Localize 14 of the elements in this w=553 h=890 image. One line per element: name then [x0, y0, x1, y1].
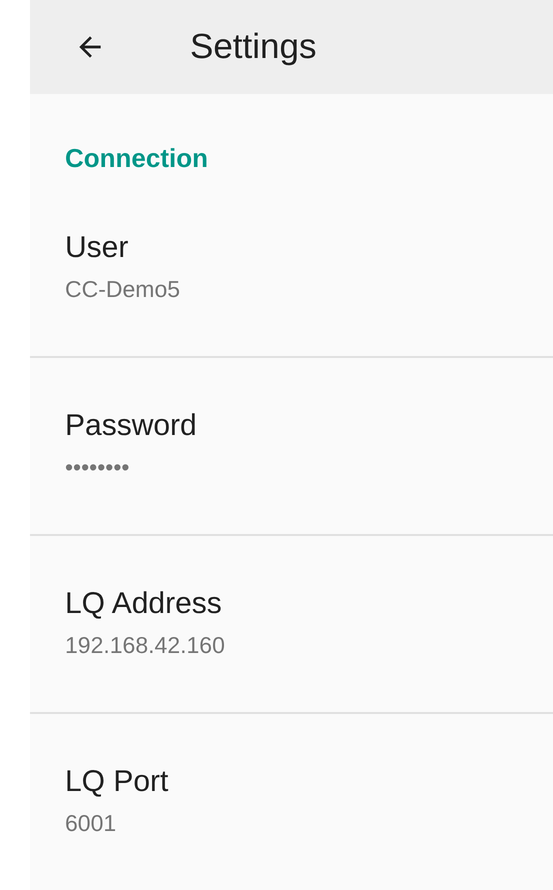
preference-item[interactable]: LQ Port 6001 — [30, 714, 553, 890]
preference-title: LQ Address — [65, 586, 222, 622]
preference-summary: 192.168.42.160 — [65, 631, 225, 660]
preference-title: User — [65, 230, 128, 266]
preference-item[interactable]: User CC-Demo5 — [30, 180, 553, 358]
preference-summary: 6001 — [65, 809, 116, 838]
preference-item[interactable]: LQ Address 192.168.42.160 — [30, 536, 553, 714]
preference-item[interactable]: Password •••••••• — [30, 358, 553, 536]
preference-title: LQ Port — [65, 764, 168, 800]
category-header: Connection — [65, 142, 208, 175]
preference-title: Password — [65, 408, 197, 444]
preference-summary: CC-Demo5 — [65, 275, 180, 304]
preference-summary: •••••••• — [65, 453, 130, 482]
screen-title: Settings — [190, 27, 316, 67]
